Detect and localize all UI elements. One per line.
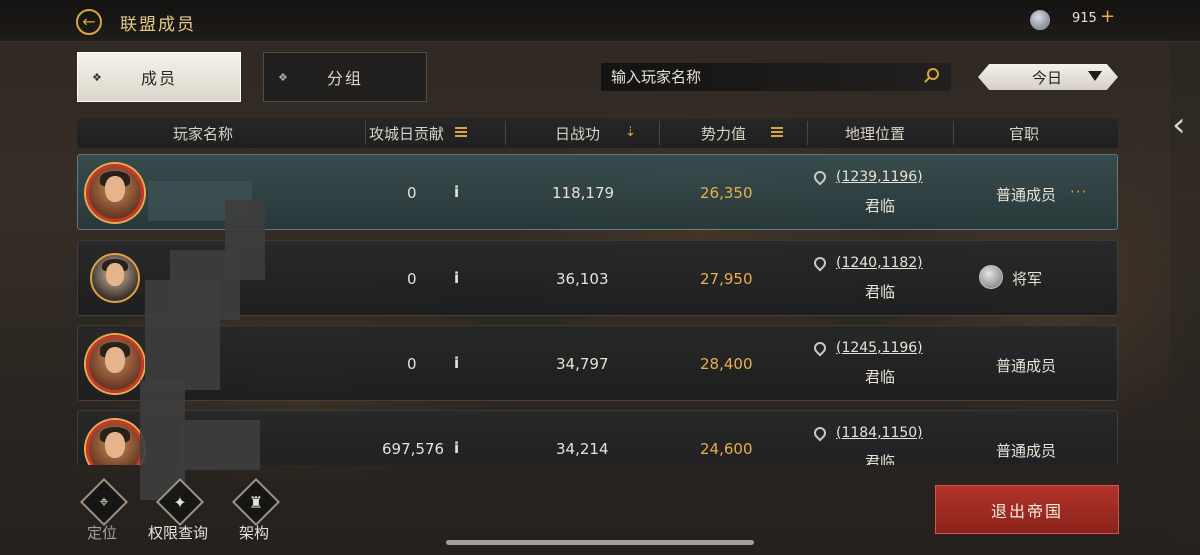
info-icon[interactable]: i: [454, 183, 459, 201]
search-icon[interactable]: [927, 68, 939, 80]
avatar-face: [105, 263, 125, 287]
exit-empire-button[interactable]: 退出帝国: [935, 485, 1119, 534]
avatar-face: [104, 347, 126, 374]
structure-button[interactable]: ♜: [231, 477, 281, 527]
search-input[interactable]: [611, 65, 911, 89]
permissions-icon: ✦: [173, 492, 187, 512]
column-divider: [953, 121, 954, 145]
column-divider: [659, 121, 660, 145]
date-filter-select[interactable]: 今日: [978, 64, 1118, 90]
coordinate-link[interactable]: (1239,1196): [836, 169, 923, 185]
more-options-icon[interactable]: ···: [1070, 183, 1087, 201]
currency-icon: [1030, 10, 1050, 30]
col-power[interactable]: 势力值: [701, 123, 746, 144]
permissions-button[interactable]: ✦: [155, 477, 205, 527]
top-bar: ← 联盟成员 915 +: [0, 0, 1200, 42]
filter-menu-icon[interactable]: [771, 127, 783, 137]
tab-groups-label: 分组: [326, 69, 363, 88]
home-indicator[interactable]: [446, 540, 754, 545]
rank-text: 将军: [1012, 270, 1043, 288]
col-office: 官职: [1009, 125, 1040, 143]
merit-value: 118,179: [552, 184, 615, 202]
col-siege-contribution[interactable]: 攻城日贡献: [369, 123, 444, 144]
avatar-face: [104, 432, 126, 459]
location-pin-icon: [811, 339, 829, 357]
add-currency-button[interactable]: +: [1100, 6, 1115, 27]
info-icon[interactable]: i: [454, 354, 459, 372]
avatar-face: [104, 176, 126, 203]
place-name: 君临: [865, 368, 896, 386]
table-header: 玩家名称 攻城日贡献 日战功 ⇣ 势力值 地理位置 官职: [77, 118, 1118, 148]
column-divider: [505, 121, 506, 145]
coordinate-link[interactable]: (1240,1182): [836, 255, 923, 271]
power-value: 24,600: [700, 440, 753, 458]
table-row[interactable]: 0 i 34,797 28,400 (1245,1196) 君临 普通成员: [77, 325, 1118, 401]
general-rank-icon: [979, 265, 1003, 289]
siege-value: 0: [407, 270, 417, 288]
location-pin-icon: [811, 168, 829, 186]
tab-members-label: 成员: [140, 69, 177, 88]
dropdown-caret-icon: [1088, 71, 1102, 81]
date-filter-value: 今日: [1032, 69, 1063, 87]
siege-value: 0: [407, 184, 417, 202]
structure-icon: ♜: [248, 492, 264, 512]
currency-value: 915: [1072, 11, 1097, 26]
filter-menu-icon[interactable]: [455, 127, 467, 137]
info-icon[interactable]: i: [454, 439, 459, 457]
diamond-icon: ❖: [278, 71, 290, 84]
tab-groups[interactable]: ❖ 分组: [263, 52, 427, 102]
page-title: 联盟成员: [120, 15, 196, 35]
avatar[interactable]: [86, 420, 144, 465]
permissions-label: 权限查询: [148, 524, 209, 542]
col-location: 地理位置: [845, 125, 906, 143]
avatar[interactable]: [86, 164, 144, 222]
column-divider: [807, 121, 808, 145]
siege-value: 697,576: [382, 440, 445, 458]
place-name: 君临: [865, 453, 896, 465]
power-value: 26,350: [700, 184, 753, 202]
tab-members[interactable]: ❖ 成员: [77, 52, 241, 102]
back-arrow-icon[interactable]: ←: [76, 9, 102, 35]
coordinate-link[interactable]: (1184,1150): [836, 425, 923, 441]
search-box: [601, 63, 951, 91]
col-daily-merit[interactable]: 日战功: [555, 123, 600, 144]
locate-button[interactable]: ⌖: [79, 477, 129, 527]
diamond-icon: ❖: [92, 71, 104, 84]
siege-value: 0: [407, 355, 417, 373]
coordinate-link[interactable]: (1245,1196): [836, 340, 923, 356]
merit-value: 34,797: [556, 355, 609, 373]
avatar[interactable]: [90, 253, 140, 303]
merit-value: 36,103: [556, 270, 609, 288]
place-name: 君临: [865, 197, 896, 215]
avatar[interactable]: [86, 335, 144, 393]
side-panel-strip: [1170, 0, 1200, 555]
side-expand-icon[interactable]: ‹: [1172, 100, 1200, 150]
locate-icon: ⌖: [99, 492, 109, 511]
power-value: 27,950: [700, 270, 753, 288]
col-player-name: 玩家名称: [173, 125, 234, 143]
structure-label: 架构: [239, 524, 270, 542]
location-pin-icon: [811, 424, 829, 442]
rank-text: 普通成员: [996, 357, 1057, 375]
location-pin-icon: [811, 254, 829, 272]
place-name: 君临: [865, 283, 896, 301]
column-divider: [365, 121, 366, 145]
locate-label: 定位: [87, 524, 118, 542]
rank-text: 普通成员: [996, 186, 1057, 204]
sort-desc-icon[interactable]: ⇣: [625, 125, 636, 140]
redaction-mosaic: [145, 280, 220, 390]
info-icon[interactable]: i: [454, 269, 459, 287]
redaction-mosaic: [180, 420, 260, 470]
rank-text: 普通成员: [996, 442, 1057, 460]
power-value: 28,400: [700, 355, 753, 373]
merit-value: 34,214: [556, 440, 609, 458]
